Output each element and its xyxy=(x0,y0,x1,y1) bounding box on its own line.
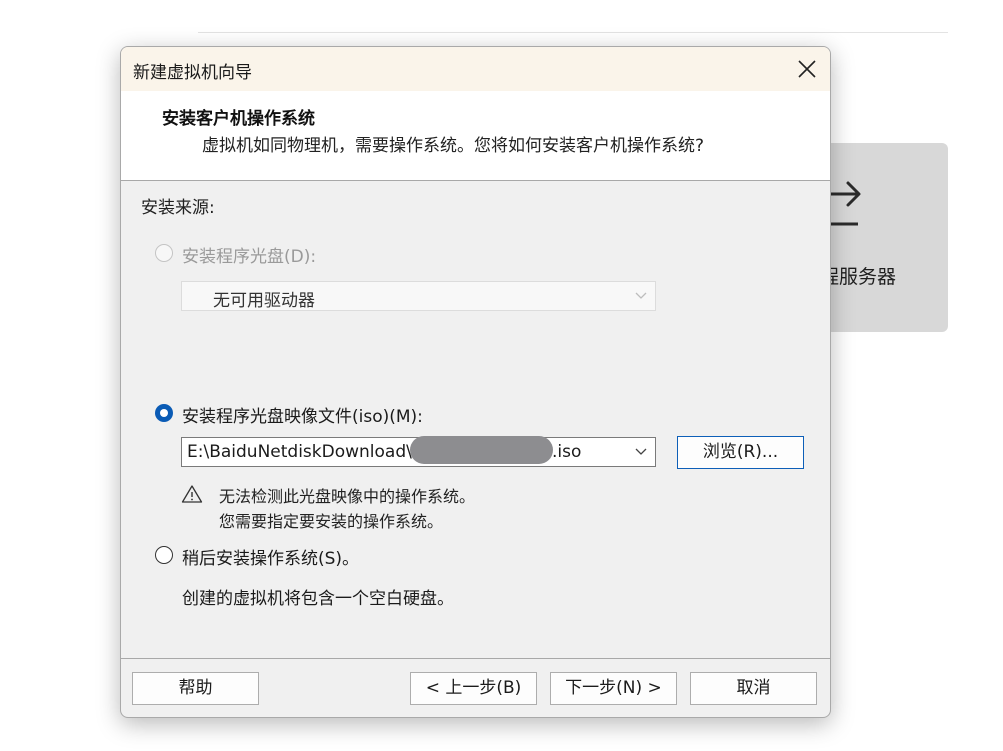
disc-drive-dropdown[interactable]: 无可用驱动器 xyxy=(181,281,656,311)
help-button[interactable]: 帮助 xyxy=(132,672,259,705)
new-vm-wizard-dialog: 新建虚拟机向导 安装客户机操作系统 虚拟机如同物理机，需要操作系统。您将如何安装… xyxy=(120,46,831,718)
radio-install-later-label: 稍后安装操作系统(S)。 xyxy=(182,549,360,569)
install-source-label: 安装来源: xyxy=(141,198,215,218)
browse-button[interactable]: 浏览(R)... xyxy=(677,436,804,469)
iso-path-input[interactable]: E:\BaiduNetdiskDownload\sh .iso xyxy=(181,436,656,467)
iso-warning-line-2: 您需要指定要安装的操作系统。 xyxy=(219,512,444,531)
disc-drive-value: 无可用驱动器 xyxy=(213,291,315,311)
chevron-down-icon[interactable] xyxy=(635,448,647,456)
radio-install-later[interactable] xyxy=(155,546,173,564)
page-subtitle: 虚拟机如同物理机，需要操作系统。您将如何安装客户机操作系统? xyxy=(202,136,705,156)
iso-path-prefix: E:\BaiduNetdiskDownload\sh xyxy=(187,442,432,462)
next-button[interactable]: 下一步(N) > xyxy=(550,672,677,705)
radio-installer-disc-label: 安装程序光盘(D): xyxy=(182,247,317,267)
radio-installer-disc[interactable] xyxy=(155,244,173,262)
iso-path-suffix: .iso xyxy=(552,442,582,462)
background-card-label: 程服务器 xyxy=(820,266,897,288)
iso-warning-line-1: 无法检测此光盘映像中的操作系统。 xyxy=(219,487,476,506)
radio-iso-image-label: 安装程序光盘映像文件(iso)(M): xyxy=(182,407,423,427)
dialog-title: 新建虚拟机向导 xyxy=(133,63,252,83)
close-button[interactable] xyxy=(784,47,830,91)
cancel-button[interactable]: 取消 xyxy=(690,672,817,705)
footer-divider xyxy=(121,658,830,659)
radio-iso-image[interactable] xyxy=(155,404,173,422)
warning-icon xyxy=(181,485,203,503)
close-icon xyxy=(798,60,816,78)
background-divider xyxy=(198,32,948,33)
dialog-titlebar[interactable]: 新建虚拟机向导 xyxy=(121,47,830,91)
wizard-header: 安装客户机操作系统 虚拟机如同物理机，需要操作系统。您将如何安装客户机操作系统? xyxy=(121,91,830,181)
transfer-arrow-icon xyxy=(828,181,861,226)
back-button[interactable]: < 上一步(B) xyxy=(410,672,537,705)
install-later-description: 创建的虚拟机将包含一个空白硬盘。 xyxy=(182,589,454,609)
page-title: 安装客户机操作系统 xyxy=(162,109,315,129)
redacted-filename xyxy=(410,436,553,464)
chevron-down-icon xyxy=(635,292,647,299)
